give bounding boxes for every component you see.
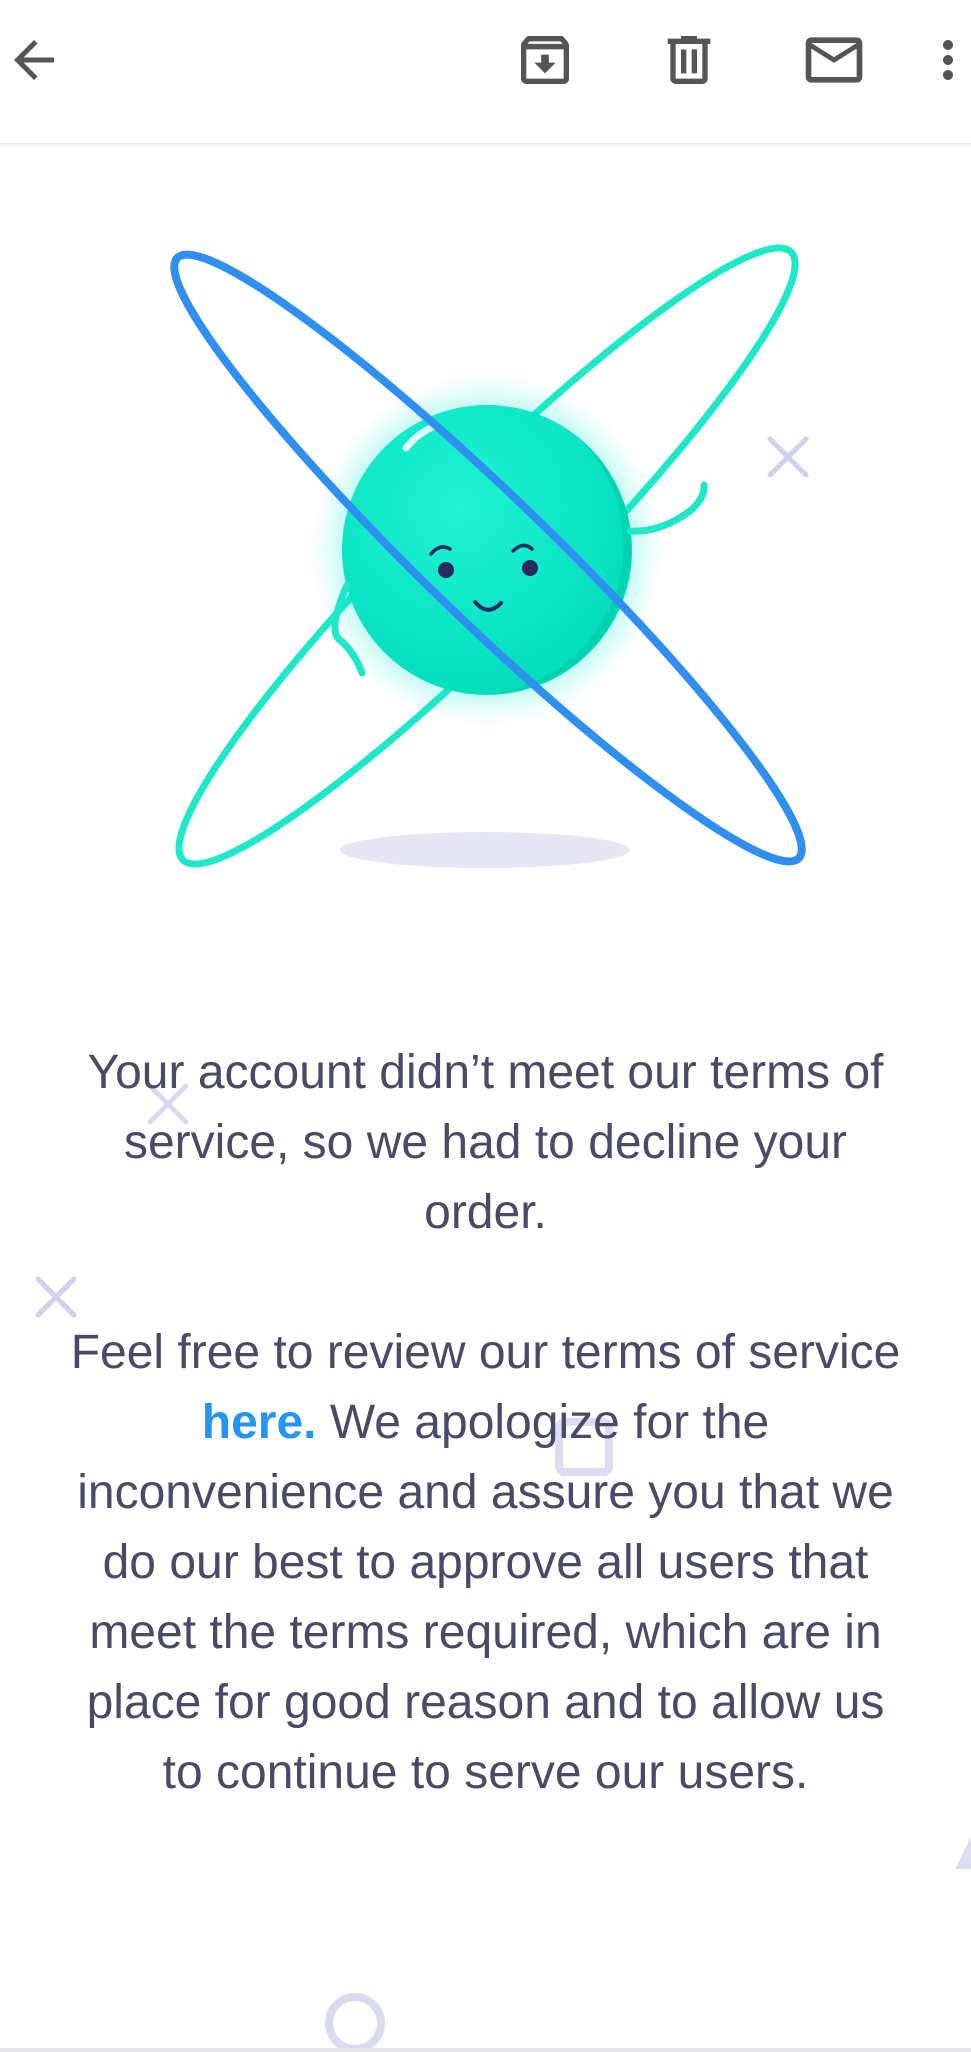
email-body: Your account didn’t meet our terms of se…	[0, 143, 971, 2052]
more-vert-icon	[943, 40, 953, 80]
back-button[interactable]	[0, 18, 76, 102]
atom-mascot-illustration	[170, 244, 806, 868]
terms-message: Feel free to review our terms of service…	[60, 1318, 911, 1808]
more-options-button[interactable]	[918, 18, 971, 102]
mail-icon	[805, 37, 863, 83]
circle-decoration-icon	[325, 1993, 385, 2052]
back-arrow-icon	[14, 40, 54, 80]
delete-button[interactable]	[647, 18, 731, 102]
decline-message: Your account didn’t meet our terms of se…	[87, 1046, 884, 1239]
trash-icon	[667, 36, 711, 84]
archive-button[interactable]	[503, 18, 587, 102]
archive-icon	[521, 36, 569, 84]
cross-decoration-icon	[35, 1276, 77, 1318]
triangle-decoration-icon	[955, 1837, 971, 1869]
bottom-divider	[0, 2048, 971, 2052]
terms-message-body: We apologize for the inconvenience and a…	[77, 1396, 894, 1799]
mark-unread-button[interactable]	[792, 18, 876, 102]
terms-link[interactable]: here.	[202, 1396, 317, 1449]
terms-message-intro: Feel free to review our terms of service	[70, 1326, 901, 1379]
app-toolbar	[0, 0, 971, 144]
